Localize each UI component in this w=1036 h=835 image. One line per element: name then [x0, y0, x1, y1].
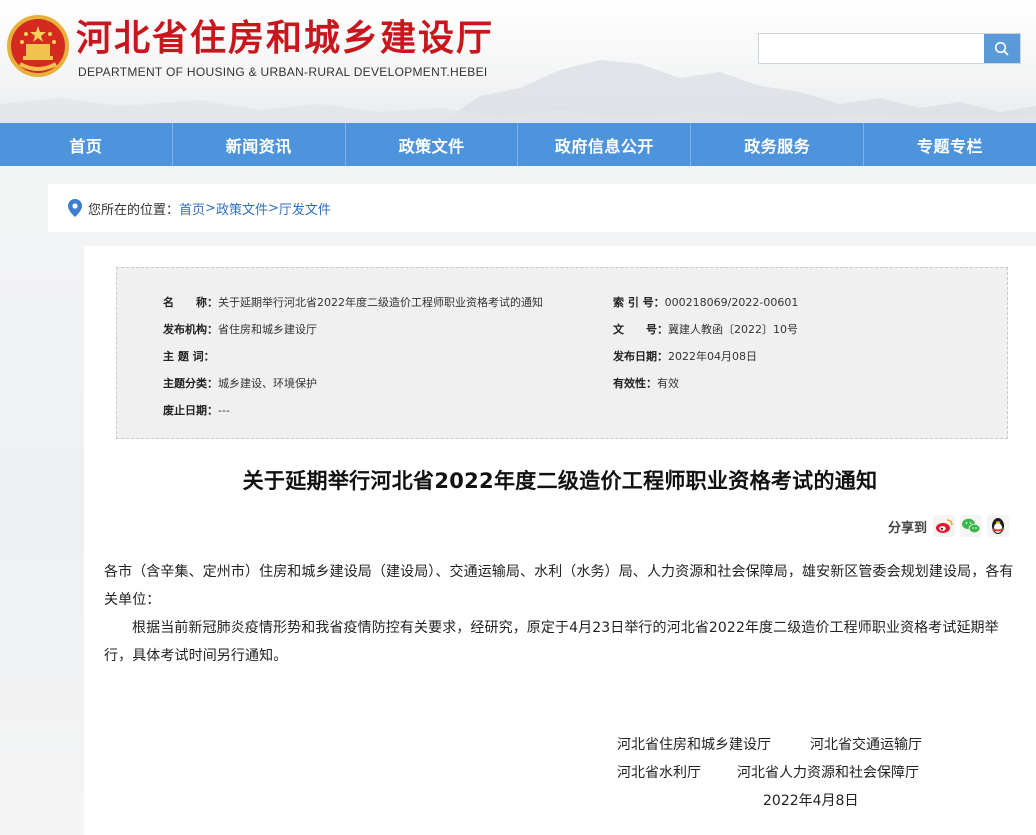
meta-docno-label: 文 号： — [613, 323, 668, 336]
article-body: 各市（含辛集、定州市）住房和城乡建设局（建设局）、交通运输局、水利（水务）局、人… — [104, 558, 1016, 670]
search-input[interactable] — [759, 34, 985, 63]
breadcrumb-policy[interactable]: 政策文件 — [216, 199, 268, 218]
meta-index: 索 引 号：000218069/2022-00601 — [613, 294, 798, 310]
breadcrumb-prefix: 您所在的位置： — [88, 202, 180, 218]
qq-icon[interactable] — [987, 515, 1010, 537]
site-header: 河北省住房和城乡建设厅 DEPARTMENT OF HOUSING & URBA… — [0, 0, 1036, 123]
meta-category-label: 主题分类： — [163, 377, 218, 390]
meta-docno: 文 号：冀建人教函〔2022〕10号 — [613, 321, 798, 337]
breadcrumb-dept-docs[interactable]: 厅发文件 — [279, 199, 331, 218]
meta-keywords: 主 题 词： — [163, 348, 215, 364]
breadcrumb-separator: > — [205, 200, 216, 216]
meta-index-label: 索 引 号： — [613, 296, 665, 309]
nav-item-services[interactable]: 政务服务 — [691, 123, 865, 166]
breadcrumb-home[interactable]: 首页 — [179, 199, 205, 218]
article-paragraph: 根据当前新冠肺炎疫情形势和我省疫情防控有关要求，经研究，原定于4月23日举行的河… — [104, 620, 999, 664]
nav-item-topics[interactable]: 专题专栏 — [864, 123, 1036, 166]
site-subtitle: DEPARTMENT OF HOUSING & URBAN-RURAL DEVE… — [78, 65, 488, 79]
site-title: 河北省住房和城乡建设厅 — [76, 17, 495, 59]
share-label: 分享到 — [888, 520, 928, 536]
search-box — [758, 33, 1021, 64]
nav-item-policy[interactable]: 政策文件 — [346, 123, 519, 166]
meta-abolish-date: 废止日期：--- — [163, 402, 230, 418]
meta-publisher-value: 省住房和城乡建设厅 — [218, 323, 317, 336]
document-meta-box: 名 称：关于延期举行河北省2022年度二级造价工程师职业资格考试的通知 发布机构… — [116, 267, 1008, 439]
search-icon — [994, 41, 1009, 56]
signature-water-dept: 河北省水利厅 — [617, 765, 701, 781]
article-greeting: 各市（含辛集、定州市）住房和城乡建设局（建设局）、交通运输局、水利（水务）局、人… — [104, 564, 1014, 608]
weibo-icon[interactable] — [933, 515, 956, 537]
nav-item-news[interactable]: 新闻资讯 — [173, 123, 346, 166]
meta-validity-value: 有效 — [657, 377, 679, 390]
breadcrumb-separator: > — [267, 200, 279, 216]
signature-hr-dept: 河北省人力资源和社会保障厅 — [737, 765, 919, 781]
meta-date: 发布日期：2022年04月08日 — [613, 348, 757, 364]
meta-category-value: 城乡建设、环境保护 — [218, 377, 317, 390]
meta-validity: 有效性：有效 — [613, 375, 679, 391]
meta-date-label: 发布日期： — [613, 350, 668, 363]
meta-date-value: 2022年04月08日 — [668, 350, 757, 363]
meta-publisher: 发布机构：省住房和城乡建设厅 — [163, 321, 317, 337]
wechat-icon[interactable] — [960, 515, 983, 537]
signature-housing-dept: 河北省住房和城乡建设厅 — [617, 737, 771, 753]
meta-keywords-label: 主 题 词： — [163, 350, 215, 363]
search-button[interactable] — [984, 34, 1020, 63]
meta-category: 主题分类：城乡建设、环境保护 — [163, 375, 317, 391]
national-emblem-icon — [7, 15, 69, 77]
nav-item-home[interactable]: 首页 — [0, 123, 173, 166]
meta-name-label: 名 称： — [163, 296, 218, 309]
breadcrumb: 您所在的位置： 首页 > 政策文件 > 厅发文件 — [48, 184, 1036, 232]
meta-publisher-label: 发布机构： — [163, 323, 218, 336]
meta-index-value: 000218069/2022-00601 — [664, 296, 799, 309]
article-panel: 名 称：关于延期举行河北省2022年度二级造价工程师职业资格考试的通知 发布机构… — [84, 246, 1036, 835]
location-pin-icon — [68, 199, 82, 217]
article-title: 关于延期举行河北省2022年度二级造价工程师职业资格考试的通知 — [242, 469, 878, 493]
nav-item-gov-info[interactable]: 政府信息公开 — [518, 123, 692, 166]
meta-docno-value: 冀建人教函〔2022〕10号 — [668, 323, 798, 336]
meta-name-value: 关于延期举行河北省2022年度二级造价工程师职业资格考试的通知 — [218, 296, 543, 309]
signature-date: 2022年4月8日 — [763, 793, 859, 809]
main-nav: 首页 新闻资讯 政策文件 政府信息公开 政务服务 专题专栏 — [0, 123, 1036, 166]
meta-abolish-label: 废止日期： — [163, 404, 218, 417]
meta-name: 名 称：关于延期举行河北省2022年度二级造价工程师职业资格考试的通知 — [163, 294, 543, 310]
meta-validity-label: 有效性： — [613, 377, 657, 390]
signature-transport-dept: 河北省交通运输厅 — [810, 737, 922, 753]
share-bar: 分享到 — [888, 514, 1014, 538]
meta-abolish-value: --- — [218, 404, 230, 417]
